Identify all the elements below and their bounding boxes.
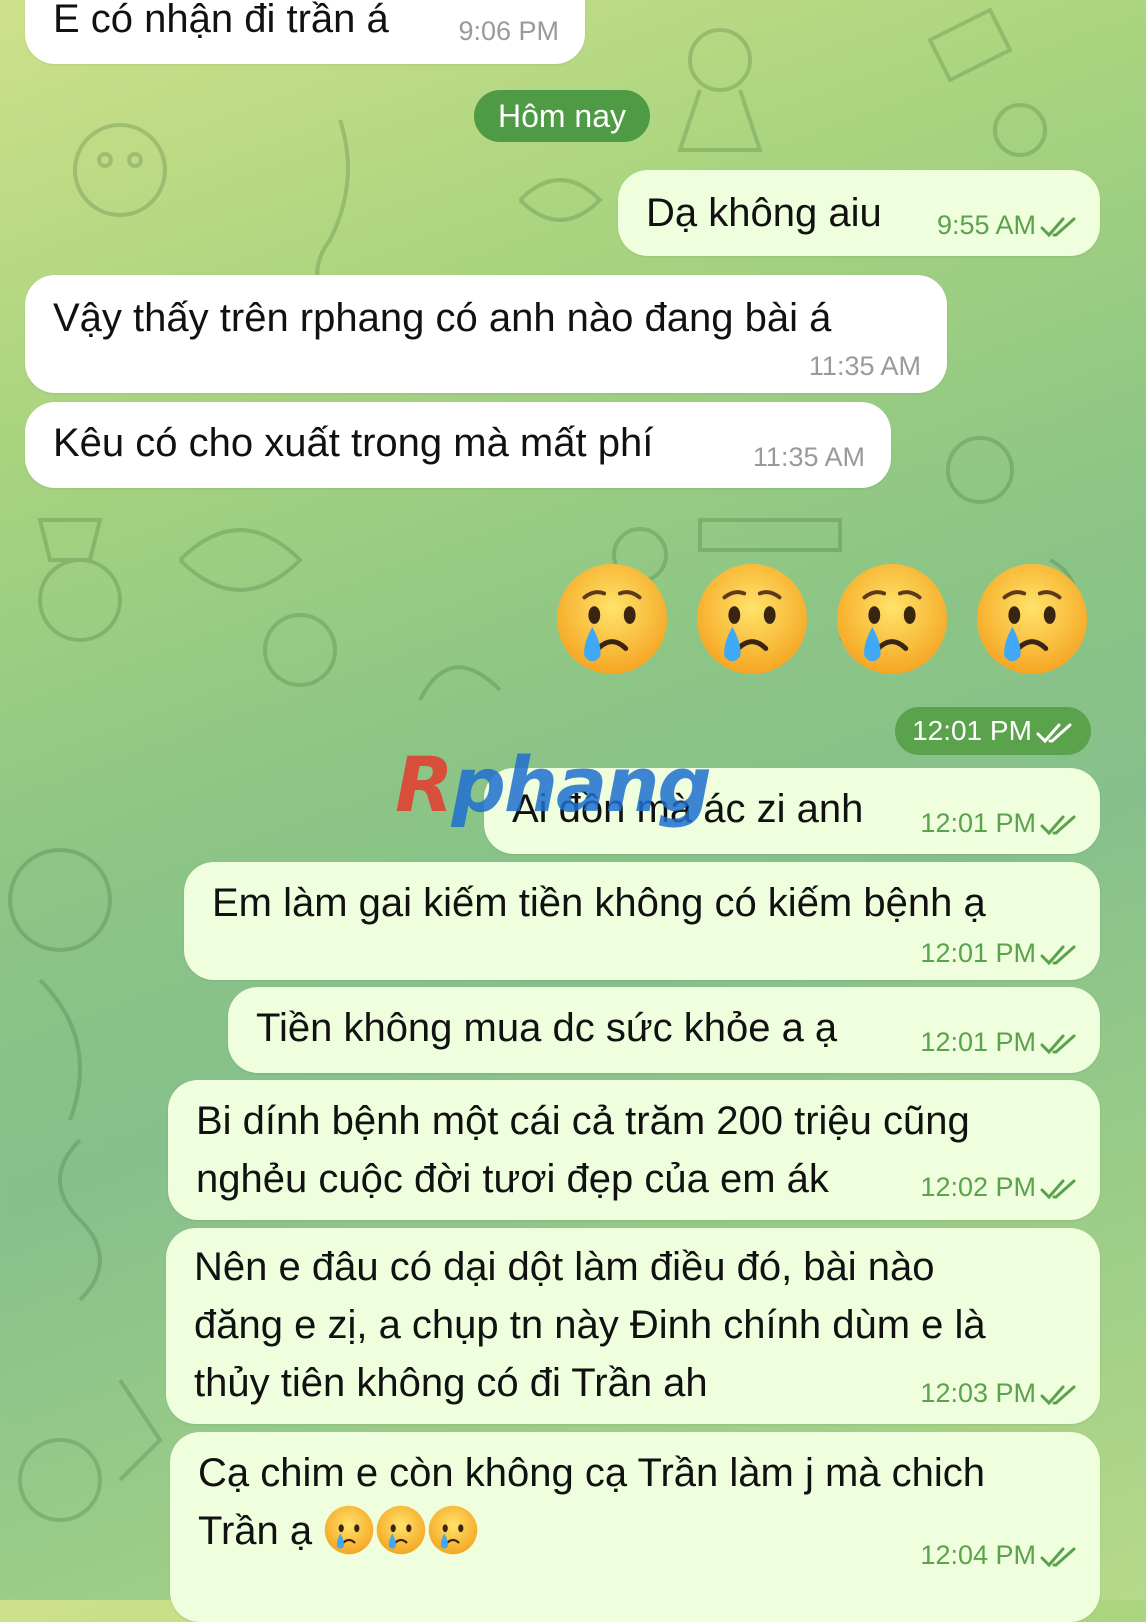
double-check-icon: [1040, 815, 1076, 836]
message-text: Dạ không aiu: [646, 191, 882, 235]
message-bubble-incoming[interactable]: E có nhận đi trần á 9:06 PM: [25, 0, 585, 64]
crying-face-emoji: [324, 1505, 374, 1555]
message-time-status: 12:04 PM: [920, 1540, 1078, 1570]
message-time-status: 9:55 AM: [937, 210, 1078, 240]
message-bubble-incoming[interactable]: Vậy thấy trên rphang có anh nào đang bài…: [25, 275, 947, 393]
double-check-icon: [1040, 1385, 1076, 1406]
message-bubble-outgoing[interactable]: Nên e đâu có dại dột làm điều đó, bài nà…: [166, 1228, 1100, 1424]
message-time-status: 12:01 PM: [920, 1027, 1078, 1057]
message-time-status: 12:01 PM: [920, 808, 1078, 838]
double-check-icon: [1040, 1179, 1076, 1200]
message-time: 11:35 AM: [752, 442, 865, 472]
crying-face-emoji: [836, 563, 948, 675]
message-text: Kêu có cho xuất trong mà mất phí: [53, 421, 654, 465]
message-bubble-outgoing[interactable]: Dạ không aiu 9:55 AM: [618, 170, 1100, 256]
message-text: Vậy thấy trên rphang có anh nào đang bài…: [53, 296, 832, 340]
double-check-icon: [1040, 1547, 1076, 1568]
double-check-icon: [1040, 945, 1076, 966]
crying-face-emoji: [376, 1505, 426, 1555]
emoji-message-time-status: 12:01 PM: [895, 707, 1091, 755]
date-separator: Hôm nay: [474, 90, 650, 142]
message-time-status: 12:03 PM: [920, 1378, 1078, 1408]
message-text: Cạ chim e còn không cạ Trần làm j mà chi…: [198, 1451, 986, 1553]
crying-face-emoji: [696, 563, 808, 675]
crying-face-emoji: [556, 563, 668, 675]
message-text: Em làm gai kiếm tiền không có kiếm bệnh …: [212, 881, 986, 925]
double-check-icon: [1040, 1034, 1076, 1055]
message-time-status: 12:02 PM: [920, 1172, 1078, 1202]
message-text: Tiền không mua dc sức khỏe a ạ: [256, 1006, 838, 1050]
watermark-logo: Rphang: [395, 740, 712, 829]
double-check-icon: [1040, 217, 1076, 238]
message-time-status: 12:01 PM: [920, 938, 1078, 968]
message-bubble-outgoing[interactable]: Cạ chim e còn không cạ Trần làm j mà chi…: [170, 1432, 1100, 1622]
message-text: E có nhận đi trần á: [53, 0, 389, 41]
message-bubble-outgoing[interactable]: Bi dính bệnh một cái cả trăm 200 triệu c…: [168, 1080, 1100, 1220]
emoji-message[interactable]: [553, 560, 1091, 678]
trailing-emojis: [323, 1505, 479, 1555]
message-bubble-outgoing[interactable]: Tiền không mua dc sức khỏe a ạ 12:01 PM: [228, 987, 1100, 1073]
double-check-icon: [1036, 723, 1072, 744]
message-bubble-incoming[interactable]: Kêu có cho xuất trong mà mất phí 11:35 A…: [25, 402, 891, 488]
message-bubble-outgoing[interactable]: Em làm gai kiếm tiền không có kiếm bệnh …: [184, 862, 1100, 980]
crying-face-emoji: [428, 1505, 478, 1555]
message-text: Bi dính bệnh một cái cả trăm 200 triệu c…: [196, 1099, 970, 1201]
message-time: 9:06 PM: [458, 16, 559, 46]
message-time: 11:35 AM: [808, 351, 921, 381]
crying-face-emoji: [976, 563, 1088, 675]
message-text: Nên e đâu có dại dột làm điều đó, bài nà…: [194, 1245, 986, 1405]
